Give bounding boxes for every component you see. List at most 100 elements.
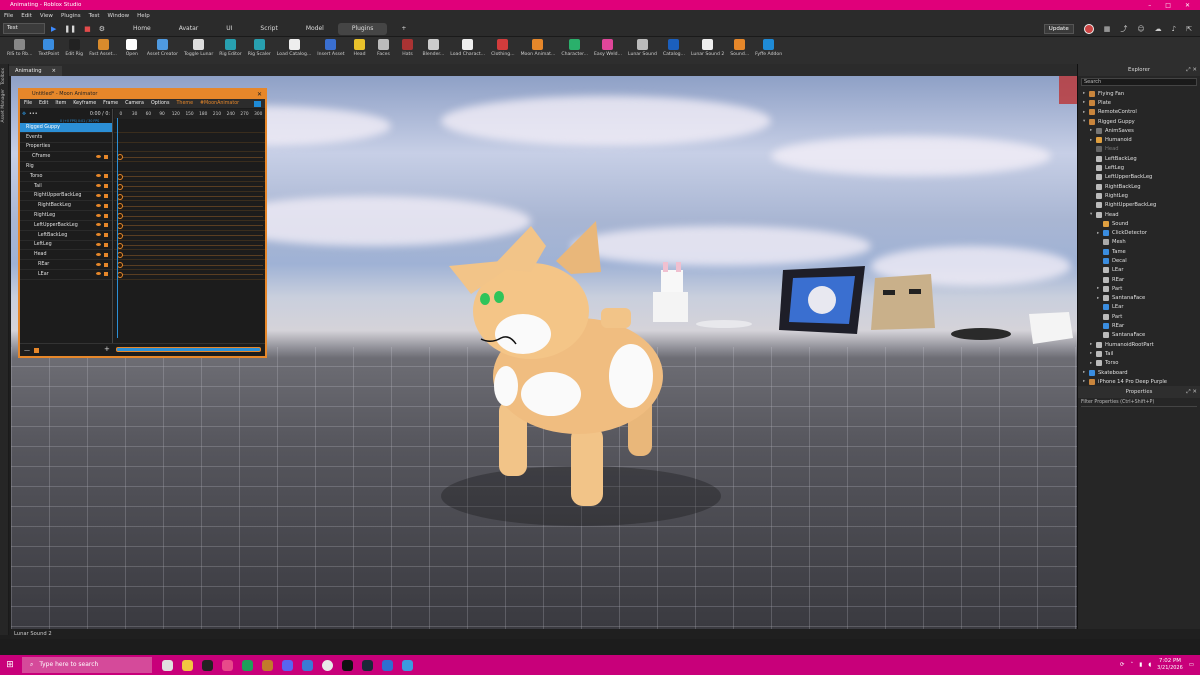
sync-icon[interactable]: ⟳ xyxy=(1120,662,1125,668)
toolbox-tab[interactable]: Toolbox xyxy=(1,68,6,85)
tab-script[interactable]: Script xyxy=(246,21,291,37)
share-icon[interactable]: ⤴ xyxy=(1120,24,1127,34)
timeline-ruler[interactable]: 0 30 60 90 120 150 180 210 240 270 300 xyxy=(114,109,265,119)
explorer-tree-item[interactable]: ▸ Part xyxy=(1078,284,1200,293)
clock[interactable]: 7:02 PM 3/21/2026 xyxy=(1157,658,1183,672)
track-row[interactable]: RightLeg xyxy=(20,211,112,221)
visibility-eye-icon[interactable] xyxy=(96,203,101,207)
steam-icon[interactable] xyxy=(362,659,373,671)
timeline-row[interactable] xyxy=(114,221,265,231)
app-icon[interactable] xyxy=(342,659,353,671)
timeline-row[interactable] xyxy=(114,260,265,270)
app-icon[interactable] xyxy=(382,659,393,671)
visibility-eye-icon[interactable] xyxy=(96,242,101,246)
tab-ui[interactable]: UI xyxy=(212,21,246,37)
explorer-tree-item[interactable]: REar xyxy=(1078,275,1200,284)
keyframe-toggle-icon[interactable] xyxy=(104,193,108,198)
track-row[interactable]: LeftLeg xyxy=(20,241,112,251)
toolbar-button[interactable]: Edit Rig xyxy=(62,37,86,57)
timeline-row[interactable] xyxy=(114,162,265,172)
keyframe-toggle-icon[interactable] xyxy=(104,203,108,208)
santana-face-model[interactable] xyxy=(871,274,935,330)
visibility-eye-icon[interactable] xyxy=(96,154,101,158)
toolbar-button[interactable]: Fyffe Addon xyxy=(752,37,785,57)
test-mode-select[interactable]: Test xyxy=(3,23,45,34)
explorer-tree-item[interactable]: LeftBackLeg xyxy=(1078,154,1200,163)
menu-window[interactable]: Window xyxy=(107,13,129,19)
chrome-icon[interactable] xyxy=(322,659,333,671)
track-row[interactable]: Head xyxy=(20,250,112,261)
moon-menu-keyframe[interactable]: Keyframe xyxy=(73,101,96,106)
windows-start-icon[interactable]: ⊞ xyxy=(0,660,20,670)
properties-filter-input[interactable]: Filter Properties (Ctrl+Shift+P) xyxy=(1081,399,1197,407)
track-row[interactable]: Torso xyxy=(20,172,112,182)
track-row[interactable]: RightBackLeg xyxy=(20,201,112,212)
track-row[interactable]: Events xyxy=(20,133,112,143)
close-icon[interactable]: × xyxy=(52,68,56,74)
close-icon[interactable]: ⤢ ✕ xyxy=(1186,64,1197,76)
explorer-tree-item[interactable]: LEar xyxy=(1078,266,1200,275)
visibility-eye-icon[interactable] xyxy=(96,193,101,197)
tab-home[interactable]: Home xyxy=(119,21,165,37)
rigged-guppy-model[interactable] xyxy=(449,221,663,506)
task-view-icon[interactable] xyxy=(162,659,173,671)
toolbar-button[interactable]: Character... xyxy=(558,37,591,57)
visibility-eye-icon[interactable] xyxy=(96,213,101,217)
close-icon[interactable]: ✕ xyxy=(257,90,262,99)
explorer-tree-item[interactable]: ▸ HumanoidRootPart xyxy=(1078,340,1200,349)
moon-menu-theme[interactable]: Theme xyxy=(176,101,193,106)
timeline-row[interactable] xyxy=(114,270,265,280)
toolbar-button[interactable]: Load Charact... xyxy=(447,37,488,57)
avatar[interactable] xyxy=(1083,23,1094,34)
explorer-tree-item[interactable]: Part xyxy=(1078,312,1200,321)
moon-menu-edit[interactable]: Edit xyxy=(39,101,48,106)
timeline-playhead[interactable] xyxy=(117,118,118,338)
play-icon[interactable]: ▶ xyxy=(51,25,56,33)
portrait-canvas[interactable] xyxy=(779,266,865,334)
track-row[interactable]: LeftUpperBackLeg xyxy=(20,221,112,231)
toolbar-button[interactable]: Fast Asset... xyxy=(86,37,120,57)
keyframe-toggle-icon[interactable] xyxy=(104,233,108,238)
track-row[interactable]: REar xyxy=(20,260,112,270)
discord-icon[interactable] xyxy=(282,659,293,671)
toolbar-button[interactable]: Faces xyxy=(372,37,396,57)
timeline-row[interactable] xyxy=(114,182,265,192)
toolbar-button[interactable]: Lunar Sound xyxy=(625,37,660,57)
grid-icon[interactable]: ▦ xyxy=(1104,25,1111,33)
keyframe-toggle-icon[interactable] xyxy=(104,184,108,189)
corner-object[interactable] xyxy=(1059,76,1077,104)
toolbar-button[interactable]: Asset Creator xyxy=(144,37,181,57)
network-icon[interactable]: ▮ xyxy=(1139,662,1142,668)
pause-icon[interactable]: ❚❚ xyxy=(64,25,76,33)
close-icon[interactable]: ✕ xyxy=(1185,2,1190,9)
track-row[interactable]: Rig xyxy=(20,162,112,172)
moon-menu-file[interactable]: File xyxy=(24,101,32,106)
explorer-tree-item[interactable]: Mesh xyxy=(1078,238,1200,247)
chevron-up-icon[interactable]: ˄ xyxy=(1130,662,1133,668)
visibility-eye-icon[interactable] xyxy=(96,174,101,178)
visibility-eye-icon[interactable] xyxy=(96,223,101,227)
timeline-row[interactable] xyxy=(114,123,265,133)
timeline-row[interactable] xyxy=(114,133,265,143)
menu-test[interactable]: Test xyxy=(89,13,100,19)
bell-icon[interactable]: ♪ xyxy=(1172,25,1176,33)
move-icon[interactable]: ✥ xyxy=(22,112,26,117)
explorer-tree-item[interactable]: ▾ Rigged Guppy xyxy=(1078,117,1200,126)
zoom-slider-knob[interactable] xyxy=(34,348,39,353)
plate-model[interactable] xyxy=(696,320,752,328)
visibility-eye-icon[interactable] xyxy=(96,262,101,266)
toolbar-button[interactable]: Insert Asset xyxy=(314,37,347,57)
menu-file[interactable]: File xyxy=(4,13,13,19)
update-button[interactable]: Update xyxy=(1043,23,1074,34)
toolbar-button[interactable]: Toggle Lunar xyxy=(181,37,216,57)
remote-control-model[interactable] xyxy=(1029,312,1073,344)
timeline-row[interactable] xyxy=(114,250,265,261)
explorer-tree-item[interactable]: Sound xyxy=(1078,219,1200,228)
tab-add[interactable]: + xyxy=(387,21,420,37)
timeline-row[interactable] xyxy=(114,201,265,212)
explorer-tree-item[interactable]: ▸ SantanaFace xyxy=(1078,294,1200,303)
pan-model[interactable] xyxy=(951,328,1011,340)
track-row[interactable]: Rigged Guppy xyxy=(20,123,112,133)
expand-icon[interactable]: ⇱ xyxy=(1186,25,1192,33)
explorer-tree-item[interactable]: RightUpperBackLeg xyxy=(1078,201,1200,210)
